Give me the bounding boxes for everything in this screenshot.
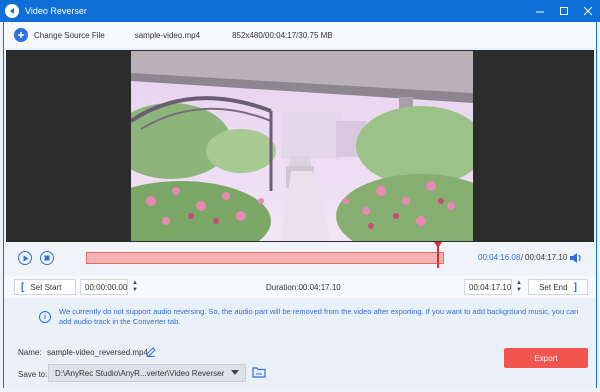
minimize-button[interactable] xyxy=(534,5,546,17)
open-folder-button[interactable] xyxy=(252,366,266,378)
save-to-select[interactable]: D:\AnyRec Studio\AnyR...verter\Video Rev… xyxy=(48,364,246,382)
current-time: 00:04:16.08 xyxy=(478,253,521,262)
minimize-icon xyxy=(536,11,544,13)
playback-controls: 00:04:16.08 / 00:04:17.10 xyxy=(4,242,596,276)
output-settings: Name: sample-video_reversed.mp4 Save to:… xyxy=(4,338,596,388)
playhead[interactable] xyxy=(437,246,439,268)
export-button[interactable]: Export xyxy=(504,348,588,368)
volume-button[interactable] xyxy=(569,251,583,265)
edit-name-button[interactable] xyxy=(146,347,156,357)
save-to-value: D:\AnyRec Studio\AnyR...verter\Video Rev… xyxy=(55,368,225,378)
maximize-button[interactable] xyxy=(558,5,570,17)
output-name: sample-video_reversed.mp4 xyxy=(47,348,148,357)
video-preview xyxy=(6,50,594,242)
pencil-icon xyxy=(146,347,156,357)
folder-icon xyxy=(252,367,266,378)
close-button[interactable] xyxy=(582,5,594,17)
volume-icon xyxy=(570,253,581,263)
plus-icon xyxy=(14,28,28,42)
file-bar: Change Source File sample-video.mp4 852x… xyxy=(4,22,596,48)
dropdown-caret-icon xyxy=(231,370,239,375)
maximize-icon xyxy=(560,7,568,15)
timeline-track[interactable] xyxy=(86,252,444,264)
change-source-button[interactable]: Change Source File xyxy=(14,28,105,42)
time-separator: / xyxy=(521,253,524,262)
notice-message: We currently do not support audio revers… xyxy=(59,307,579,326)
window-title: Video Reverser xyxy=(25,6,87,16)
title-bar: Video Reverser xyxy=(0,0,600,22)
name-label: Name: xyxy=(18,348,42,357)
play-icon xyxy=(23,255,28,261)
source-file-name: sample-video.mp4 xyxy=(134,30,201,40)
video-frame-image xyxy=(131,51,473,241)
source-file-info: 852x480/00:04:17/30.75 MB xyxy=(232,30,333,40)
reverser-window: Change Source File sample-video.mp4 852x… xyxy=(3,22,597,388)
change-source-label: Change Source File xyxy=(34,30,105,40)
video-frame xyxy=(131,51,473,241)
info-icon: i xyxy=(39,311,51,323)
save-to-label: Save to: xyxy=(18,370,48,379)
play-button[interactable] xyxy=(18,251,32,265)
audio-notice: i We currently do not support audio reve… xyxy=(4,276,596,338)
app-icon xyxy=(5,4,19,18)
total-time: 00:04:17.10 xyxy=(525,253,568,262)
stop-icon xyxy=(44,255,50,261)
close-icon xyxy=(583,6,593,16)
stop-button[interactable] xyxy=(40,251,54,265)
